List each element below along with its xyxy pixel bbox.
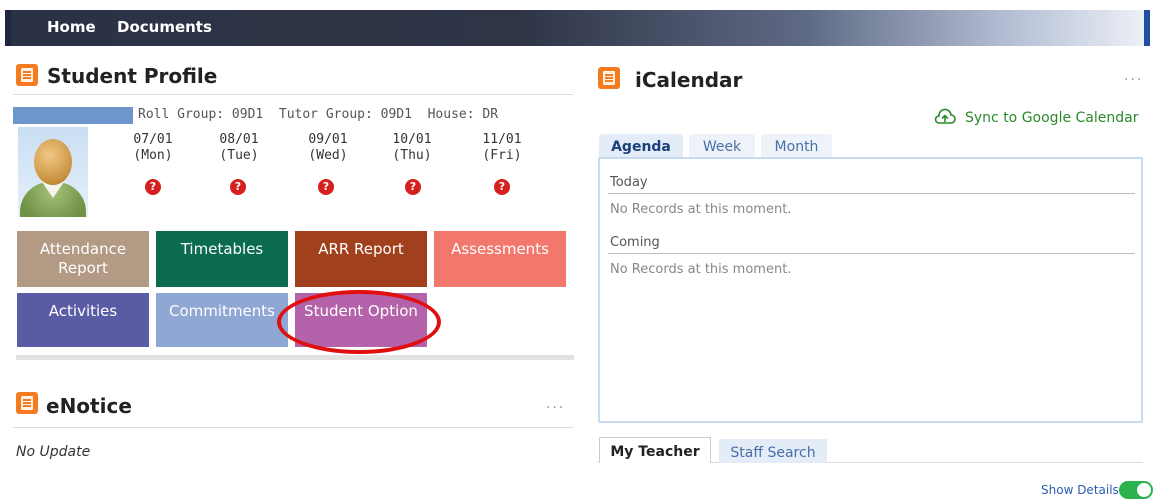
profile-scroll-divider [16, 355, 574, 360]
icalendar-title: iCalendar [635, 68, 743, 92]
show-details-label: Show Details [1041, 483, 1119, 497]
attendance-day: 10/01 (Thu) [382, 132, 442, 164]
day-weekday: (Thu) [392, 148, 432, 163]
day-weekday: (Tue) [219, 148, 259, 163]
day-date: 09/01 [308, 132, 348, 147]
arr-report-tile[interactable]: ARR Report [295, 231, 427, 287]
tab-week[interactable]: Week [689, 134, 755, 158]
tab-month[interactable]: Month [761, 134, 832, 158]
tab-my-teacher[interactable]: My Teacher [599, 437, 711, 463]
icalendar-icon [598, 67, 620, 89]
agenda-today-label: Today [610, 175, 648, 190]
day-date: 11/01 [482, 132, 522, 147]
day-date: 07/01 [133, 132, 173, 147]
agenda-coming-empty: No Records at this moment. [610, 262, 792, 277]
activities-tile[interactable]: Activities [17, 293, 149, 347]
enotice-icon [16, 392, 38, 414]
agenda-coming-divider [608, 253, 1135, 254]
top-nav-bar: Home Documents [5, 10, 1150, 46]
day-weekday: (Wed) [308, 148, 348, 163]
profile-header-divider [13, 94, 573, 95]
assessments-tile[interactable]: Assessments [434, 231, 566, 287]
agenda-coming-label: Coming [610, 235, 660, 250]
nav-home[interactable]: Home [47, 18, 96, 36]
calendar-agenda-panel: Today No Records at this moment. Coming … [598, 157, 1143, 423]
show-details-toggle[interactable] [1119, 481, 1153, 499]
agenda-today-empty: No Records at this moment. [610, 202, 792, 217]
attendance-unknown-icon[interactable]: ? [405, 179, 421, 195]
day-weekday: (Fri) [482, 148, 522, 163]
attendance-day: 11/01 (Fri) [472, 132, 532, 164]
cloud-upload-icon[interactable] [934, 108, 956, 126]
nav-edge [1144, 10, 1150, 46]
attendance-unknown-icon[interactable]: ? [318, 179, 334, 195]
avatar-head [34, 139, 72, 185]
icalendar-menu-icon[interactable]: ··· [1124, 72, 1143, 88]
student-profile-title: Student Profile [47, 64, 218, 88]
commitments-tile[interactable]: Commitments [156, 293, 288, 347]
attendance-day: 08/01 (Tue) [209, 132, 269, 164]
enotice-empty-message: No Update [16, 444, 91, 460]
student-group-info: Roll Group: 09D1 Tutor Group: 09D1 House… [138, 107, 499, 122]
attendance-unknown-icon[interactable]: ? [494, 179, 510, 195]
agenda-today-divider [608, 193, 1135, 194]
nav-documents[interactable]: Documents [117, 18, 212, 36]
day-date: 08/01 [219, 132, 259, 147]
timetables-tile[interactable]: Timetables [156, 231, 288, 287]
attendance-day: 09/01 (Wed) [298, 132, 358, 164]
tab-agenda[interactable]: Agenda [599, 134, 683, 158]
enotice-title: eNotice [46, 394, 132, 418]
sync-google-calendar-link[interactable]: Sync to Google Calendar [965, 110, 1138, 126]
enotice-divider [13, 427, 573, 428]
tab-staff-search[interactable]: Staff Search [719, 439, 827, 463]
attendance-day: 07/01 (Mon) [123, 132, 183, 164]
attendance-unknown-icon[interactable]: ? [230, 179, 246, 195]
day-weekday: (Mon) [133, 148, 173, 163]
day-date: 10/01 [392, 132, 432, 147]
attendance-report-tile[interactable]: Attendance Report [17, 231, 149, 287]
attendance-unknown-icon[interactable]: ? [145, 179, 161, 195]
student-profile-icon [16, 64, 38, 86]
annotation-circle [277, 290, 441, 354]
enotice-menu-icon[interactable]: ··· [546, 400, 565, 416]
student-avatar [18, 127, 88, 217]
student-name-redacted [13, 107, 133, 124]
